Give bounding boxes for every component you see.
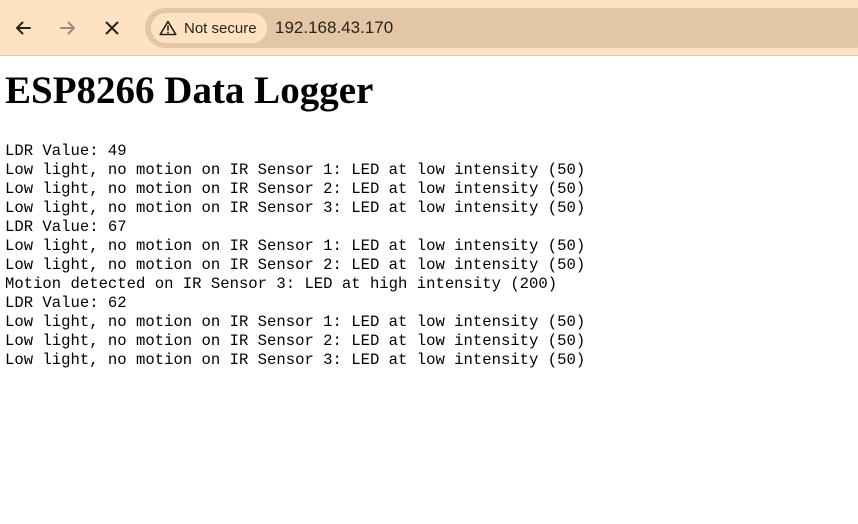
security-label: Not secure [184,19,257,37]
forward-button[interactable] [50,10,86,46]
sensor-log: LDR Value: 49 Low light, no motion on IR… [5,142,585,370]
log-line: Low light, no motion on IR Sensor 2: LED… [5,180,586,198]
log-line: Low light, no motion on IR Sensor 2: LED… [5,256,586,274]
page-content: ESP8266 Data Logger LDR Value: 49 Low li… [0,57,858,524]
log-line: Low light, no motion on IR Sensor 2: LED… [5,332,586,350]
log-line: LDR Value: 67 [5,218,127,236]
log-line: Low light, no motion on IR Sensor 1: LED… [5,313,586,331]
log-line: LDR Value: 62 [5,294,127,312]
address-bar[interactable]: Not secure 192.168.43.170 [145,8,858,48]
log-line: Low light, no motion on IR Sensor 3: LED… [5,199,586,217]
security-indicator[interactable]: Not secure [151,13,267,43]
back-button[interactable] [5,10,41,46]
log-line: Low light, no motion on IR Sensor 3: LED… [5,351,586,369]
back-arrow-icon [16,21,31,35]
browser-toolbar: Not secure 192.168.43.170 [0,0,858,56]
warning-triangle-icon [159,20,177,36]
stop-loading-button[interactable] [94,10,130,46]
page-title: ESP8266 Data Logger [5,69,374,112]
close-icon [105,21,119,35]
url-text[interactable]: 192.168.43.170 [275,18,393,38]
log-line: Motion detected on IR Sensor 3: LED at h… [5,275,558,293]
forward-arrow-icon [60,21,75,35]
log-line: Low light, no motion on IR Sensor 1: LED… [5,161,586,179]
log-line: LDR Value: 49 [5,142,127,160]
log-line: Low light, no motion on IR Sensor 1: LED… [5,237,586,255]
